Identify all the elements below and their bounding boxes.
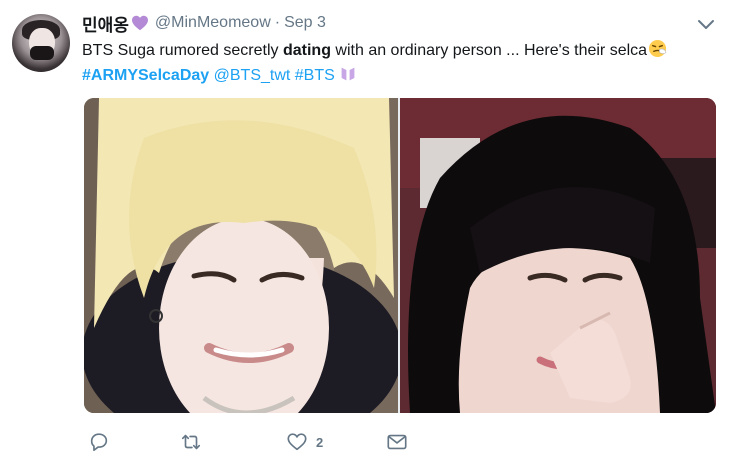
photo-left[interactable]	[84, 98, 398, 413]
tweet-header: 민애옹 @MinMeomeow · Sep 3	[82, 11, 326, 36]
like-icon	[287, 433, 307, 451]
avatar-mask	[30, 46, 54, 60]
chevron-down-icon[interactable]	[697, 18, 715, 32]
photo-right[interactable]	[400, 98, 716, 413]
direct-message-button[interactable]	[386, 431, 426, 453]
retweet-button[interactable]	[180, 431, 286, 453]
sneezing-face-icon	[649, 39, 667, 58]
media-grid	[84, 98, 716, 413]
reply-button[interactable]	[88, 431, 180, 453]
hashtag-armyselcaday[interactable]: #ARMYSelcaDay	[82, 67, 209, 84]
tweet-text-start: BTS Suga rumored secretly	[82, 42, 283, 59]
purple-heart-icon	[131, 15, 148, 31]
tweet[interactable]: 민애옹 @MinMeomeow · Sep 3 BTS Suga rumored…	[0, 0, 734, 462]
header-separator: ·	[274, 14, 281, 31]
photo-left-image	[84, 98, 398, 413]
retweet-icon	[181, 434, 201, 450]
like-count: 2	[316, 434, 324, 450]
author-handle[interactable]: @MinMeomeow	[155, 14, 271, 32]
like-button[interactable]: 2	[286, 431, 386, 453]
photo-right-image	[400, 98, 716, 413]
tweet-text-bold: dating	[282, 42, 331, 59]
mention-bts-twt[interactable]: @BTS_twt	[214, 67, 291, 84]
reply-icon	[90, 433, 108, 452]
bts-logo-icon	[341, 67, 355, 81]
tweet-text-end: with an ordinary person ... Here's their…	[330, 42, 648, 59]
hashtag-bts[interactable]: #BTS	[295, 67, 335, 84]
tweet-date[interactable]: Sep 3	[284, 14, 326, 32]
author-name[interactable]: 민애옹	[82, 11, 129, 36]
tweet-text: BTS Suga rumored secretly dating with an…	[82, 38, 722, 88]
tweet-actions: 2	[88, 430, 426, 454]
avatar[interactable]	[12, 14, 70, 72]
direct-message-icon	[387, 434, 407, 450]
